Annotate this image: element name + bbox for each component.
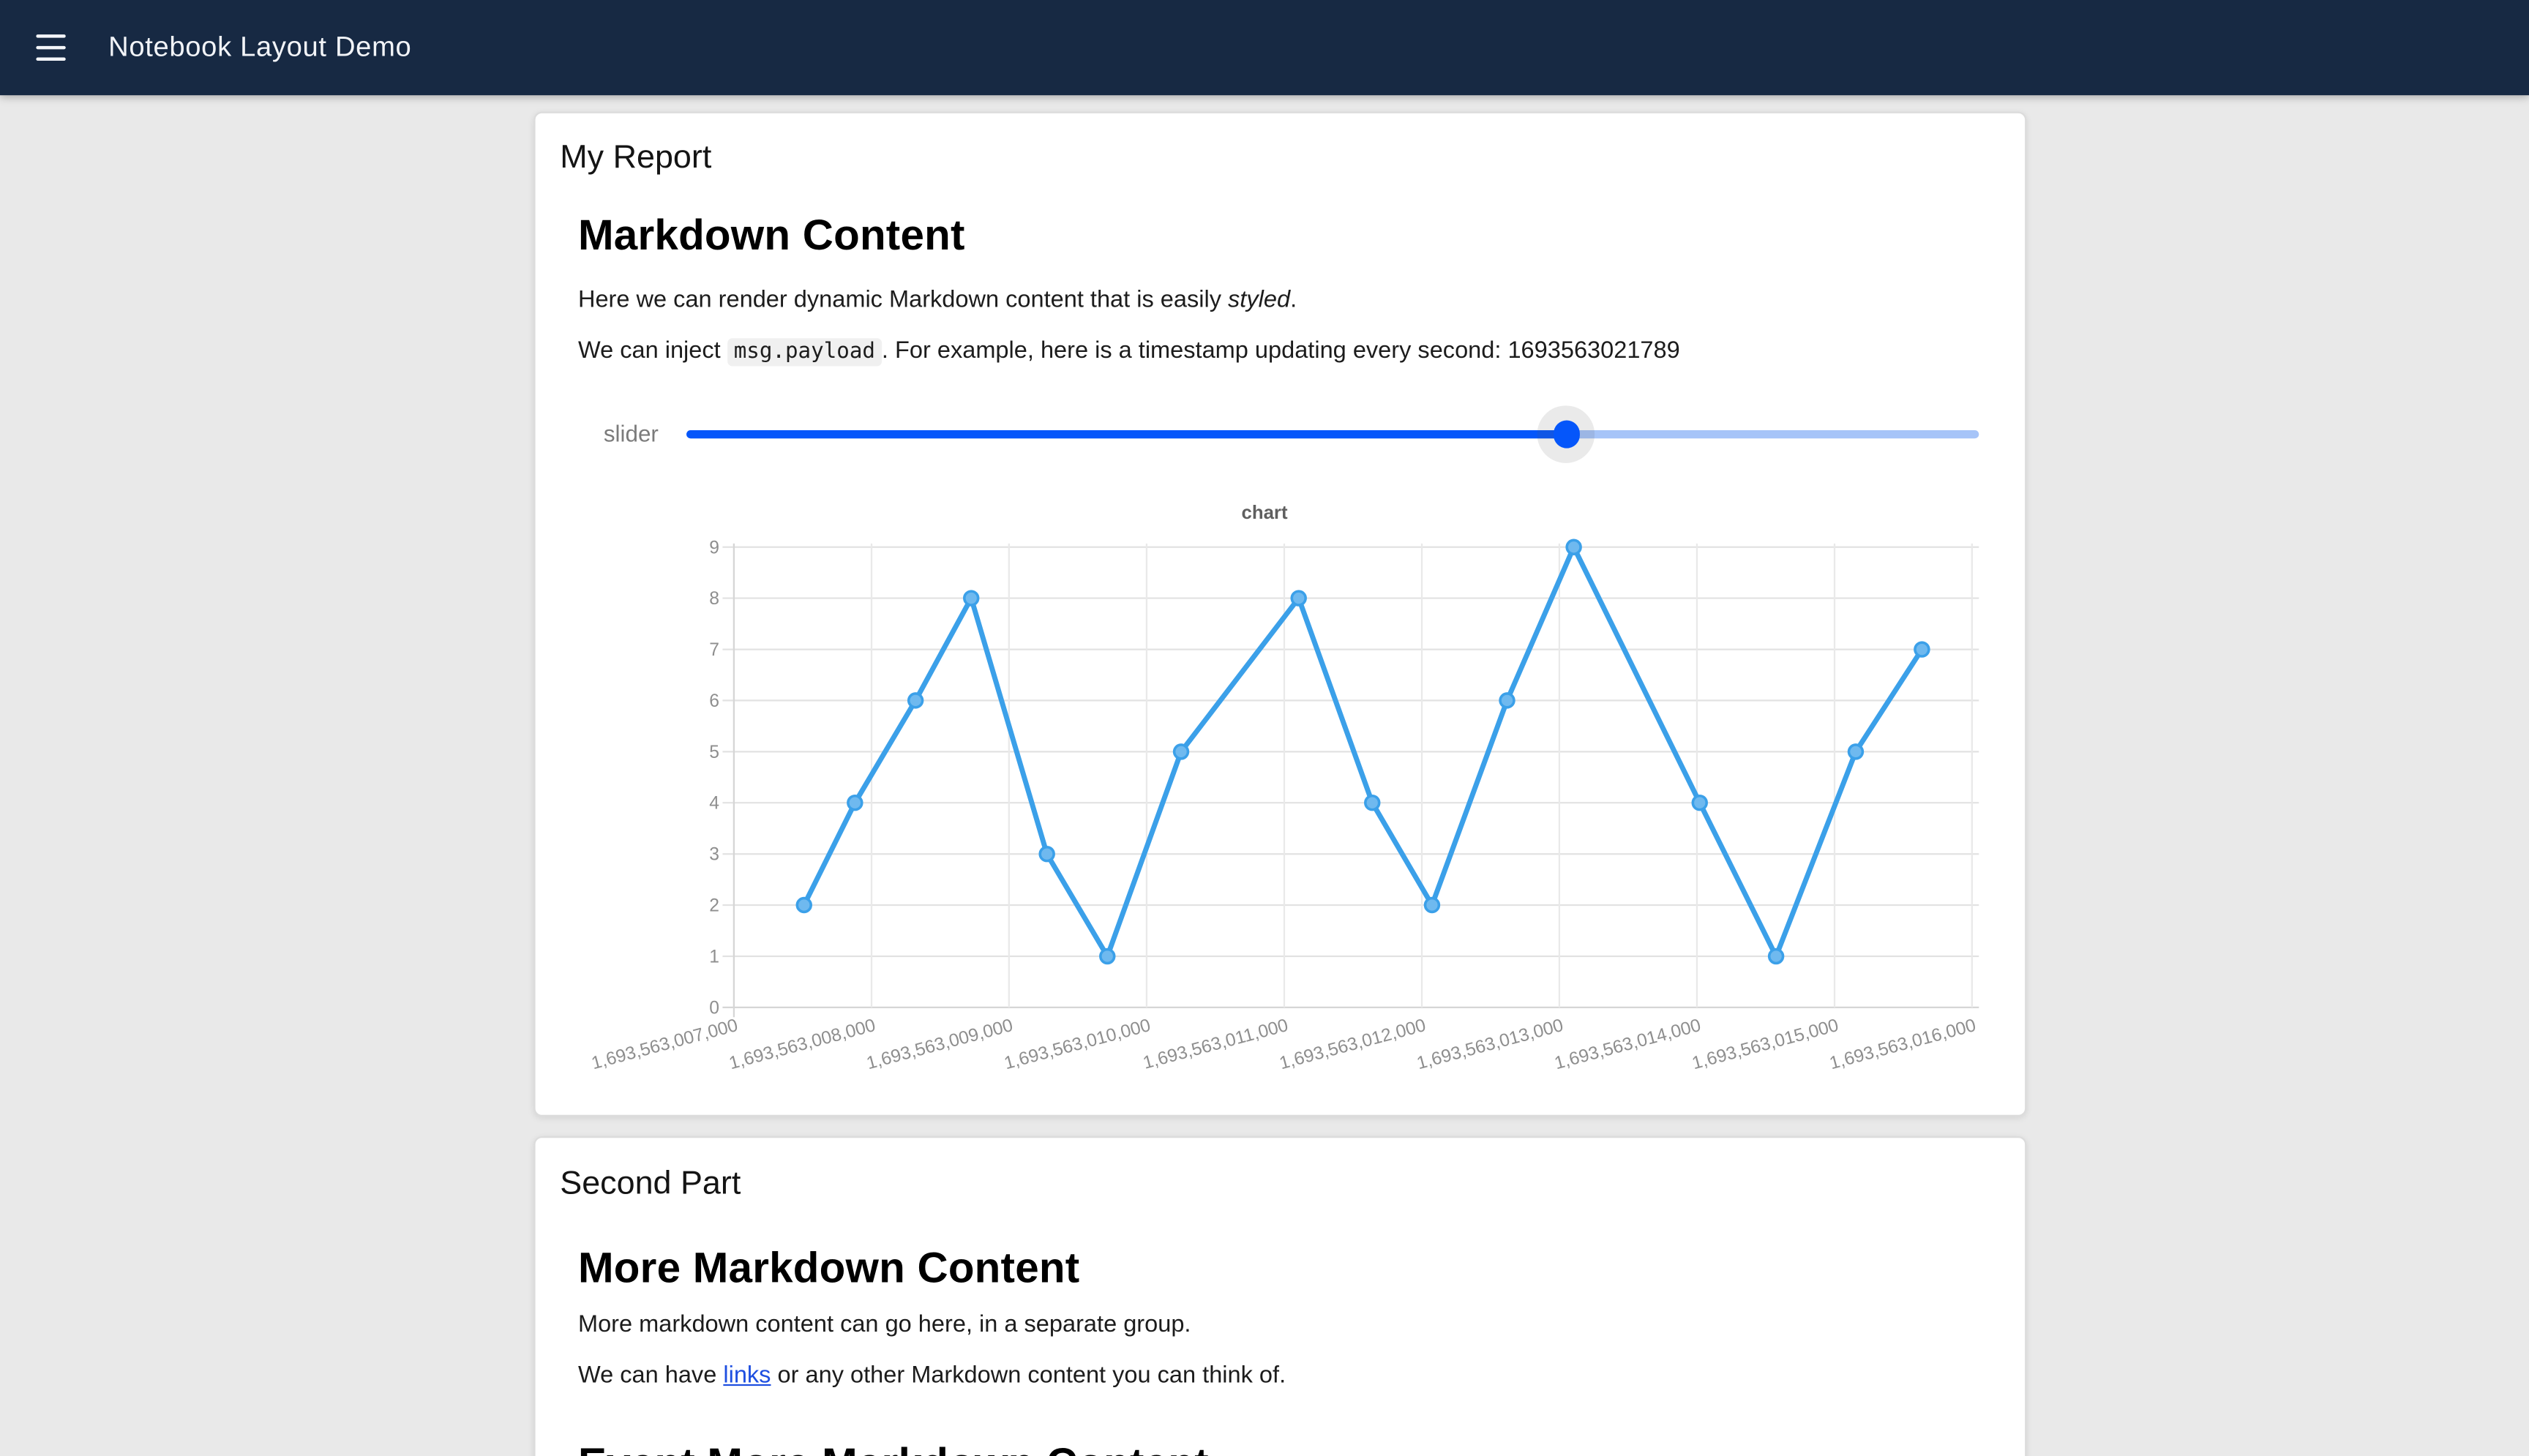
- chart-x-tick-label: 1,693,563,007,000: [589, 1016, 740, 1073]
- more-markdown-heading: More Markdown Content: [578, 1243, 1079, 1294]
- chart-x-tick-label: 1,693,563,010,000: [1002, 1016, 1153, 1073]
- slider-fill[interactable]: [686, 429, 1567, 438]
- slider-thumb[interactable]: [1553, 421, 1580, 448]
- chart-y-tick-label: 8: [709, 589, 719, 609]
- chart-x-tick-label: 1,693,563,008,000: [727, 1016, 878, 1073]
- app-bar: Notebook Layout Demo: [0, 0, 2529, 95]
- chart-point: [1174, 745, 1188, 759]
- chart-x-tick-label: 1,693,563,011,000: [1141, 1016, 1290, 1073]
- second-paragraph-2: We can have links or any other Markdown …: [578, 1363, 1286, 1389]
- slider-label: slider: [568, 421, 658, 447]
- chart-y-tick-label: 1: [709, 947, 719, 967]
- chart-point: [1500, 694, 1514, 708]
- second-paragraph-1: More markdown content can go here, in a …: [578, 1312, 1191, 1338]
- chart-x-tick-label: 1,693,563,015,000: [1690, 1016, 1841, 1073]
- app-title: Notebook Layout Demo: [108, 0, 411, 95]
- chart-point: [1693, 796, 1706, 810]
- page: Notebook Layout Demo My Report Markdown …: [0, 0, 2529, 1456]
- chart-point: [1849, 745, 1863, 759]
- chart-y-tick-label: 2: [709, 896, 719, 916]
- inline-code-msg-payload: msg.payload: [727, 338, 882, 366]
- second-card-title: Second Part: [560, 1166, 741, 1204]
- hamburger-icon: [36, 35, 65, 39]
- chart-point: [1101, 950, 1114, 964]
- chart-x-tick-label: 1,693,563,012,000: [1278, 1016, 1428, 1073]
- chart-x-tick-label: 1,693,563,013,000: [1415, 1016, 1565, 1073]
- timestamp-value: 1693563021789: [1507, 338, 1679, 364]
- chart-point: [848, 796, 862, 810]
- chart-y-tick-label: 6: [709, 691, 719, 711]
- chart-point: [964, 591, 978, 605]
- chart-y-tick-label: 7: [709, 640, 719, 660]
- chart-x-tick-label: 1,693,563,016,000: [1827, 1016, 1978, 1073]
- chart-y-tick-label: 5: [709, 743, 719, 762]
- chart-canvas: 0 1 2 3 4 5 6 7 8 9 1,693,563,007,0001,693,563,008…: [560, 486, 2005, 1097]
- menu-button[interactable]: [29, 28, 72, 67]
- report-card: My Report Markdown Content Here we can r…: [533, 112, 2026, 1117]
- chart-point: [1425, 898, 1439, 912]
- chart-point: [1292, 591, 1305, 605]
- chart-y-tick-label: 9: [709, 538, 719, 558]
- chart-point: [909, 694, 923, 708]
- markdown-paragraph-1: Here we can render dynamic Markdown cont…: [578, 288, 1297, 314]
- chart-y-tick-label: 4: [709, 794, 719, 814]
- chart-x-tick-label: 1,693,563,014,000: [1552, 1016, 1703, 1073]
- second-card: Second Part More Markdown Content More m…: [533, 1136, 2026, 1456]
- chart-point: [1769, 950, 1783, 964]
- italic-styled-text: styled: [1228, 288, 1290, 314]
- chart-point: [1040, 847, 1054, 861]
- chart-point: [797, 898, 811, 912]
- chart-x-tick-label: 1,693,563,009,000: [864, 1016, 1015, 1073]
- chart-y-tick-label: 3: [709, 845, 719, 865]
- chart-point: [1567, 540, 1581, 554]
- chart-point: [1365, 796, 1379, 810]
- markdown-paragraph-2: We can inject msg.payload. For example, …: [578, 338, 1680, 364]
- even-more-markdown-heading: Event More Markdown Content: [578, 1438, 1209, 1456]
- chart-point: [1915, 642, 1929, 656]
- links-hyperlink[interactable]: links: [723, 1363, 771, 1389]
- report-card-title: My Report: [560, 140, 711, 178]
- chart-title: chart: [1241, 503, 1287, 523]
- chart-y-tick-label: 0: [709, 998, 719, 1018]
- chart-widget: 0 1 2 3 4 5 6 7 8 9 1,693,563,007,0001,693,563,008…: [560, 486, 2005, 1097]
- markdown-heading: Markdown Content: [578, 210, 965, 261]
